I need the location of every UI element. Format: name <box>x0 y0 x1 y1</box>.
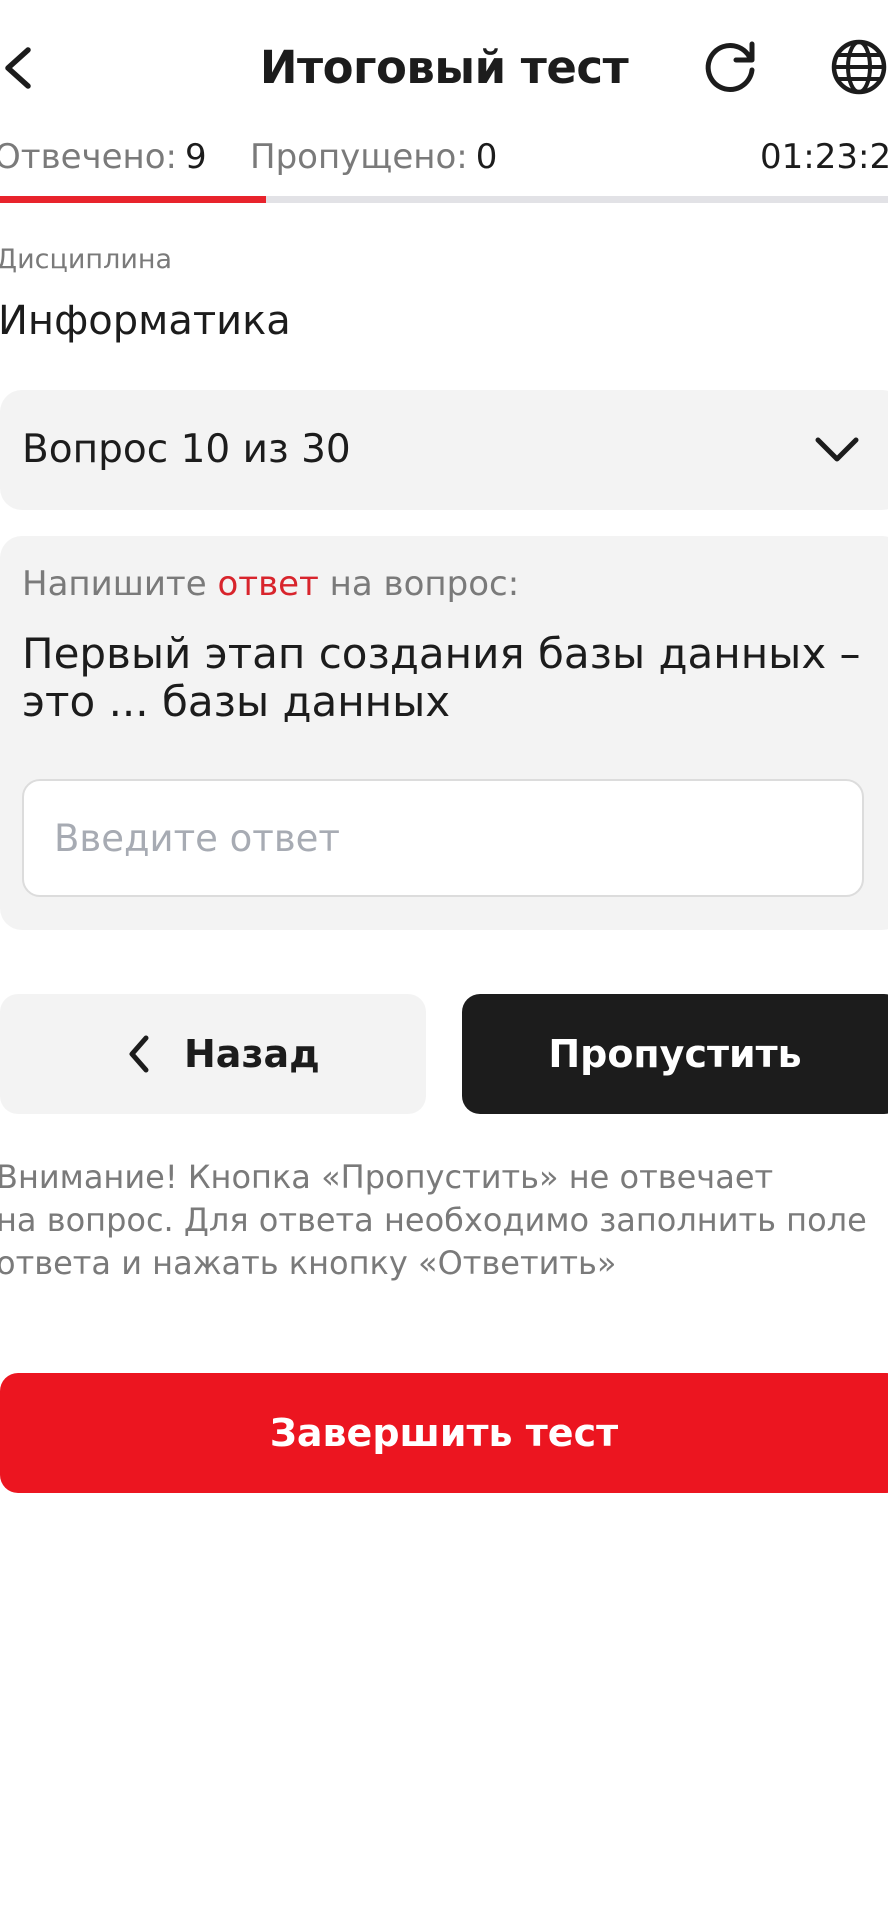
answered-counter: Отвечено: 9 <box>0 132 207 182</box>
question-text: Первый этап создания базы данных – это .… <box>22 630 862 726</box>
chevron-down-icon <box>812 430 862 470</box>
timer: 01:23:27 <box>760 137 888 177</box>
skipped-value: 0 <box>475 137 498 177</box>
question-selector[interactable]: Вопрос 10 из 30 <box>0 390 888 510</box>
prompt-accent: ответ <box>217 564 319 604</box>
finish-test-label: Завершить тест <box>269 1411 619 1455</box>
skipped-counter: Пропущено: 0 <box>250 132 497 182</box>
warning-line-1: Внимание! Кнопка «Пропустить» не отвечае… <box>0 1158 774 1196</box>
question-line-2: это ... базы данных <box>22 677 451 726</box>
discipline-label: Дисциплина <box>0 244 173 275</box>
back-button[interactable]: Назад <box>0 994 426 1114</box>
prompt-text-end: на вопрос: <box>329 564 520 604</box>
refresh-icon[interactable] <box>700 36 762 98</box>
progress-bar <box>0 196 888 203</box>
finish-test-button[interactable]: Завершить тест <box>0 1373 888 1493</box>
progress-fill <box>0 196 267 203</box>
question-selector-label: Вопрос 10 из 30 <box>22 427 351 472</box>
skipped-label: Пропущено: <box>250 137 468 177</box>
skip-button[interactable]: Пропустить <box>462 994 888 1114</box>
question-card: Напишите ответ на вопрос: Первый этап со… <box>0 536 888 930</box>
question-prompt: Напишите ответ на вопрос: <box>22 564 519 604</box>
back-button-label: Назад <box>184 1032 320 1076</box>
answer-input[interactable] <box>22 779 864 897</box>
discipline-value: Информатика <box>0 298 291 344</box>
answered-value: 9 <box>185 137 207 177</box>
warning-text: Внимание! Кнопка «Пропустить» не отвечае… <box>0 1156 876 1285</box>
globe-icon[interactable] <box>828 36 888 98</box>
warning-line-3: ответа и нажать кнопку «Ответить» <box>0 1244 617 1282</box>
skip-button-label: Пропустить <box>548 1032 802 1076</box>
chevron-left-icon <box>124 1030 154 1078</box>
warning-line-2: на вопрос. Для ответа необходимо заполни… <box>0 1201 867 1239</box>
question-line-1: Первый этап создания базы данных – <box>22 629 861 678</box>
answered-label: Отвечено: <box>0 137 178 177</box>
prompt-text: Напишите <box>22 564 207 604</box>
